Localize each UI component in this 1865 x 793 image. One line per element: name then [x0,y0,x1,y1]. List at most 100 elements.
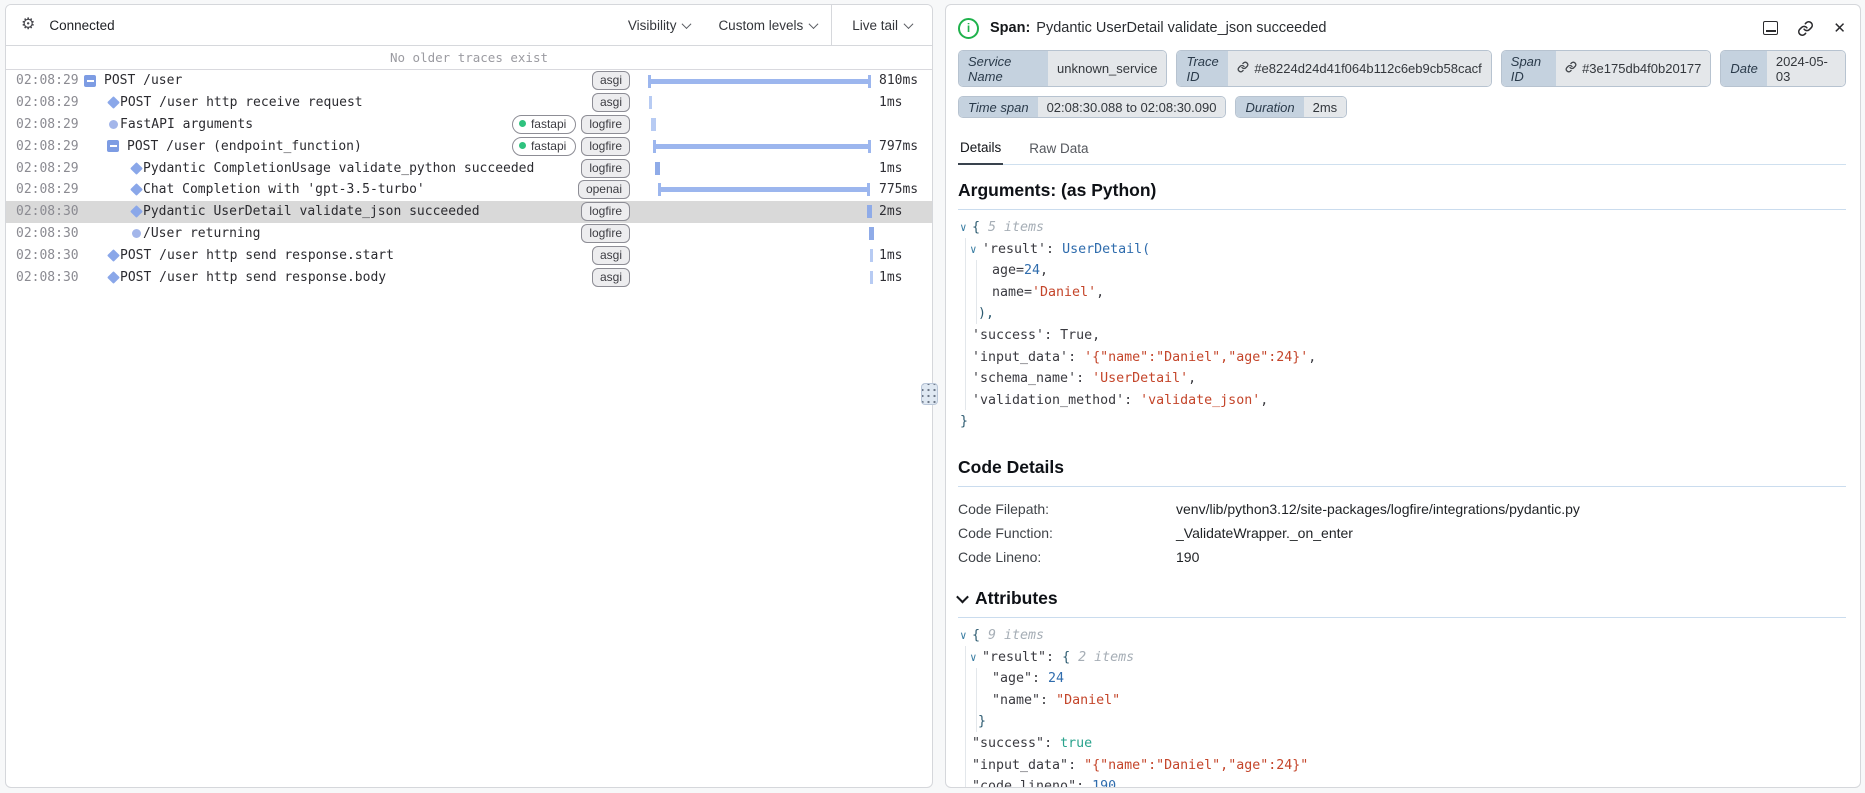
logfire-live-view: ⚙ Connected Visibility Custom levels Liv… [0,0,1865,793]
tag-value-text: #e8224d24d41f064b112c6eb9cb58cacf [1254,61,1482,76]
trace-row-time: 02:08:30 [16,247,79,263]
live-tail-dropdown[interactable]: Live tail [838,18,926,33]
tree-token-brace: { [972,627,981,643]
tree-token-plain: : [1068,349,1085,365]
trace-row[interactable]: 02:08:30/User returning logfire [6,223,932,245]
trace-row-tree: Pydantic CompletionUsage validate_python… [78,161,581,176]
tree-line: 'validation_method': 'validate_json', [958,390,1846,412]
tree-token-plain: : True, [1044,327,1101,343]
duration-bar [648,74,871,88]
dock-panel-icon[interactable] [1763,21,1779,35]
trace-row-label: FastAPI arguments [120,116,254,132]
divider [958,485,1846,487]
duration-bar [653,139,871,153]
attributes-section-header: Attributes [956,588,1846,609]
trace-row[interactable]: 02:08:30 POST /user http send response.st… [6,244,932,266]
scope-badge: fastapi [511,136,577,156]
span-tag-date: Date 2024-05-03 [1720,50,1847,87]
tree-token-key: 'input_data' [972,349,1069,365]
tree-line: } [958,711,1846,733]
collapse-toggle-icon[interactable] [107,140,119,153]
trace-row-badges: openai [577,180,630,200]
tree-collapse-caret[interactable]: ∨ [970,647,982,669]
tree-token-plain: , [1188,371,1197,387]
tree-token-key: 'schema_name' [972,371,1077,387]
trace-row-tree: POST /user http send response.body [78,270,592,285]
tree-token-key: "input_data" [972,757,1069,773]
tree-token-plain: : [1076,371,1093,387]
trace-row-duration: 1ms [879,160,903,176]
trace-row-badges: logfire [581,223,630,243]
tag-label: Date [1721,51,1767,86]
scope-badge-label: fastapi [530,138,567,153]
trace-row-tree: POST /user http send response.start [78,248,592,263]
tag-value-text: #3e175db4f0b20177 [1582,61,1702,76]
code-detail-label: Code Filepath: [958,500,1050,517]
tree-line: age=24, [958,260,1846,282]
green-dot-icon [518,142,526,150]
trace-row-time: 02:08:29 [16,73,79,89]
tree-token-plain: name= [992,284,1033,300]
scope-badge-label: asgi [599,269,622,284]
tag-value[interactable]: #3e175db4f0b20177 [1556,51,1711,86]
trace-row-badges: logfire [581,202,630,222]
visibility-dropdown[interactable]: Visibility [614,5,705,45]
tree-token-plain: , [1040,263,1049,279]
tree-token-str: 'UserDetail' [1092,371,1189,387]
span-tags-row-2: Time span 02:08:30.088 to 02:08:30.090 Dur… [958,96,1846,118]
trace-row-label: POST /user http send response.body [120,269,387,285]
connection-status: Connected [49,17,115,33]
span-diamond-icon [130,205,143,219]
trace-row[interactable]: 02:08:29 POST /user (endpoint_function) fa… [6,135,932,157]
link-icon [1237,61,1249,76]
tree-line: 'schema_name': 'UserDetail', [958,368,1846,390]
tree-token-str: 'Daniel' [1032,284,1097,300]
trace-row-badges: asgi [591,93,630,113]
tree-collapse-caret[interactable]: ∨ [970,239,982,261]
tree-collapse-caret[interactable]: ∨ [960,217,972,239]
tab-raw-data[interactable]: Raw Data [1027,135,1090,164]
tree-token-num: 24 [1024,263,1041,279]
attributes-collapse-chevron[interactable] [956,590,969,604]
tree-token-plain: : [1040,692,1057,708]
copy-link-icon[interactable] [1797,20,1814,37]
settings-gear-icon[interactable]: ⚙ [21,17,35,33]
trace-row[interactable]: 02:08:29 FastAPI arguments fastapi logfire [6,114,932,136]
trace-row[interactable]: 02:08:29 Chat Completion with 'gpt-3.5-tu… [6,179,932,201]
trace-row[interactable]: 02:08:29 POST /user asgi 810ms [6,70,932,92]
tree-line: ), [958,303,1846,325]
tag-value[interactable]: #e8224d24d41f064b112c6eb9cb58cacf [1228,51,1491,86]
tab-details[interactable]: Details [958,135,1004,165]
tree-token-plain: age= [992,263,1025,279]
tree-token-str: "{"name":"Daniel","age":24}" [1084,757,1309,773]
tree-line: "input_data": "{"name":"Daniel","age":24… [958,755,1846,777]
tree-line: ∨'result': UserDetail( [958,239,1846,261]
span-detail-header: i Span: Pydantic UserDetail validate_jso… [958,15,1846,41]
span-diamond-icon [107,96,120,110]
custom-levels-dropdown-label: Custom levels [718,17,804,33]
trace-row[interactable]: 02:08:29 Pydantic CompletionUsage validat… [6,157,932,179]
trace-row-label: POST /user [104,73,183,89]
timeline-bar-area [640,70,872,92]
trace-row[interactable]: 02:08:30 Pydantic UserDetail validate_jso… [6,200,932,223]
green-dot-icon [518,120,526,128]
trace-row-duration: 1ms [879,269,903,285]
tag-label: Service Name [959,51,1049,86]
collapse-toggle-icon[interactable] [84,74,96,87]
tree-token-brace: } [978,714,987,730]
close-icon[interactable]: ✕ [1833,21,1846,36]
tree-token-plain: : [1076,779,1093,788]
trace-row-tree: /User returning [78,226,581,241]
panel-resize-handle[interactable] [921,383,938,405]
trace-row[interactable]: 02:08:29 POST /user http receive request a… [6,92,932,114]
custom-levels-dropdown[interactable]: Custom levels [704,5,831,45]
duration-bar [658,183,870,197]
code-details-heading: Code Details [958,456,1064,477]
duration-tick [869,227,874,241]
code-detail-value: _ValidateWrapper._on_enter [1176,524,1353,541]
trace-row-tree: POST /user [78,73,592,88]
tree-collapse-caret[interactable]: ∨ [960,625,972,647]
trace-row-label: POST /user (endpoint_function) [127,138,362,154]
timeline-bar-area [640,179,872,201]
trace-row[interactable]: 02:08:30 POST /user http send response.bo… [6,266,932,288]
